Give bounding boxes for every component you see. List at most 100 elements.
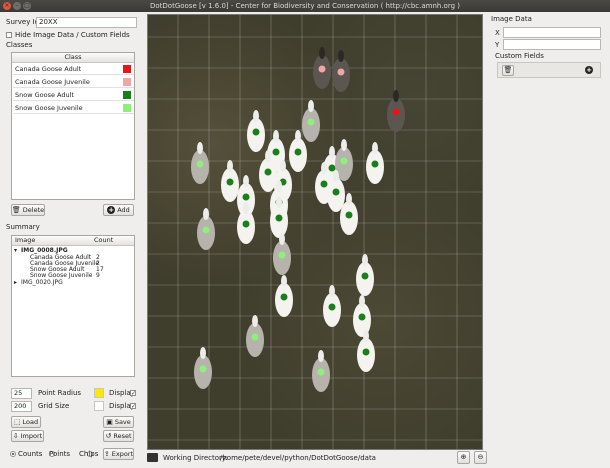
minimize-window-button[interactable]: – (13, 2, 21, 10)
summary-image-name[interactable]: IMG_0020.JPG (21, 279, 63, 286)
annotation-point[interactable] (272, 148, 280, 156)
annotation-point[interactable] (278, 251, 286, 259)
save-button[interactable]: ▣ Save (103, 416, 134, 428)
annotation-point[interactable] (358, 313, 366, 321)
goose-neck (362, 254, 368, 266)
hide-image-data-checkbox[interactable] (6, 32, 12, 38)
annotation-point[interactable] (196, 160, 204, 168)
points-label: Points (49, 450, 71, 458)
import-button[interactable]: ⇩ Import (11, 430, 44, 442)
custom-fields-toolbar: 🗑 + (497, 62, 601, 78)
class-color-swatch[interactable] (123, 78, 131, 86)
hide-image-data-label: Hide Image Data / Custom Fields (15, 31, 130, 39)
annotation-point[interactable] (392, 108, 400, 116)
annotation-point[interactable] (328, 164, 336, 172)
delete-class-button[interactable]: 🗑 Delete (11, 204, 45, 216)
class-row[interactable]: Snow Goose Juvenile (13, 102, 134, 114)
summary-tree[interactable]: Image Count ▾ IMG_0008.JPG Canada Goose … (11, 235, 135, 377)
annotation-point[interactable] (332, 188, 340, 196)
classes-table: Class Canada Goose Adult Canada Goose Ju… (11, 52, 135, 200)
goose-neck (280, 160, 286, 172)
goose (302, 100, 320, 142)
annotation-point[interactable] (371, 160, 379, 168)
plus-icon: + (107, 206, 116, 214)
summary-image-column[interactable]: Image (15, 236, 35, 244)
goose-neck (281, 275, 287, 287)
annotation-point[interactable] (252, 128, 260, 136)
maximize-window-button[interactable]: □ (23, 2, 31, 10)
annotation-point[interactable] (307, 118, 315, 126)
annotation-point[interactable] (328, 303, 336, 311)
class-color-swatch[interactable] (123, 91, 131, 99)
expand-arrow-icon[interactable]: ▾ (14, 247, 17, 254)
annotation-point[interactable] (345, 211, 353, 219)
annotation-point[interactable] (294, 148, 302, 156)
annotation-point[interactable] (361, 272, 369, 280)
zoom-out-button[interactable]: ⊖ (474, 451, 487, 464)
collapse-arrow-icon[interactable]: ▸ (14, 279, 17, 286)
annotation-point[interactable] (340, 157, 348, 165)
annotation-point[interactable] (320, 180, 328, 188)
delete-label: Delete (22, 206, 45, 214)
point-color-swatch[interactable] (94, 388, 104, 398)
summary-image-name[interactable]: IMG_0008.JPG (21, 247, 68, 254)
goose (246, 315, 264, 357)
folder-icon[interactable] (147, 453, 158, 462)
annotation-point[interactable] (317, 368, 325, 376)
annotation-overlay[interactable] (148, 15, 483, 450)
counts-radio[interactable] (10, 451, 16, 457)
y-input[interactable] (503, 39, 601, 50)
annotation-point[interactable] (280, 293, 288, 301)
summary-class: Snow Goose Juvenile (30, 272, 93, 279)
point-radius-spinbox[interactable]: 25 (11, 388, 32, 399)
goose-neck (200, 347, 206, 359)
delete-field-button[interactable]: 🗑 (502, 65, 514, 76)
annotation-point[interactable] (202, 226, 210, 234)
goose-neck (203, 208, 209, 220)
annotation-point[interactable] (242, 193, 250, 201)
goose-neck (276, 196, 282, 208)
grid-display-checkbox[interactable]: ✓ (130, 403, 136, 410)
goose (273, 233, 291, 275)
trash-icon: 🗑 (503, 66, 513, 74)
class-row[interactable]: Canada Goose Juvenile (13, 76, 134, 88)
class-row[interactable]: Canada Goose Adult (13, 63, 134, 75)
class-name: Canada Goose Juvenile (15, 78, 90, 86)
annotation-point[interactable] (275, 214, 283, 222)
annotation-point[interactable] (362, 348, 370, 356)
x-input[interactable] (503, 27, 601, 38)
annotation-point[interactable] (242, 220, 250, 228)
annotation-point[interactable] (199, 365, 207, 373)
grid-color-swatch[interactable] (94, 401, 104, 411)
load-button[interactable]: ⬚ Load (11, 416, 41, 428)
goose (323, 285, 341, 327)
survey-id-input[interactable]: 20XX (36, 17, 137, 28)
goose (353, 295, 371, 337)
annotation-point[interactable] (226, 178, 234, 186)
grid-size-spinbox[interactable]: 200 (11, 401, 32, 412)
survey-id-label: Survey Id (6, 18, 40, 26)
save-label: Save (114, 418, 131, 426)
annotation-point[interactable] (264, 168, 272, 176)
goose-neck (363, 330, 369, 342)
class-row[interactable]: Snow Goose Adult (13, 89, 134, 101)
close-window-button[interactable]: × (3, 2, 11, 10)
class-color-swatch[interactable] (123, 65, 131, 73)
add-field-button[interactable]: + (585, 66, 593, 74)
reset-button[interactable]: ↺ Reset (103, 430, 134, 442)
goose-neck (346, 193, 352, 205)
zoom-in-icon: ⊕ (460, 453, 467, 461)
point-display-checkbox[interactable]: ✓ (130, 390, 136, 397)
classes-column-header[interactable]: Class (12, 53, 134, 63)
annotation-point[interactable] (337, 68, 345, 76)
image-canvas[interactable] (147, 14, 483, 450)
export-button[interactable]: ⇪ Export (103, 448, 134, 460)
annotation-point[interactable] (251, 333, 259, 341)
counts-label: Counts (18, 450, 43, 458)
add-class-button[interactable]: + Add (103, 204, 134, 216)
goose-neck (341, 139, 347, 151)
annotation-point[interactable] (318, 65, 326, 73)
class-color-swatch[interactable] (123, 104, 131, 112)
summary-count-column[interactable]: Count (94, 236, 113, 245)
zoom-in-button[interactable]: ⊕ (457, 451, 470, 464)
